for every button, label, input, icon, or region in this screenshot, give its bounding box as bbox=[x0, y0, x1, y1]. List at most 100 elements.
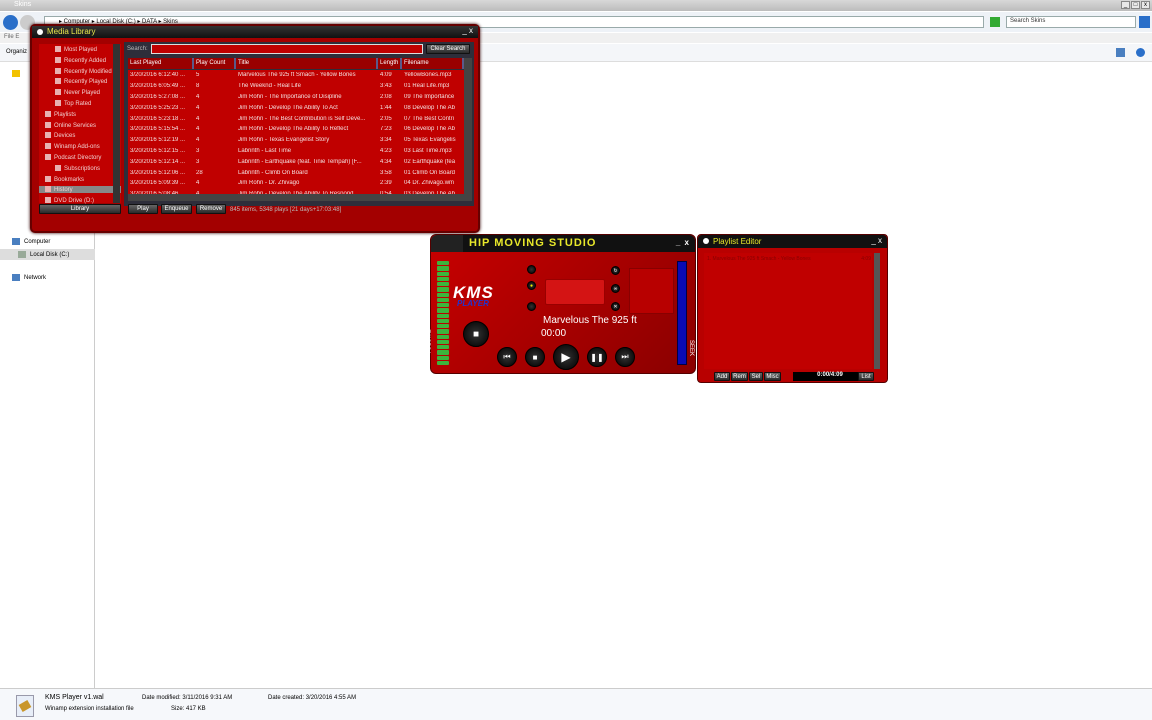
tree-item-label: Most Played bbox=[64, 47, 98, 53]
tree-scrollbar[interactable] bbox=[113, 44, 120, 203]
table-row[interactable]: 3/20/2016 5:15:54 ... 4 Jim Rohn - Develop… bbox=[128, 124, 464, 135]
tree-item[interactable]: Recently Added bbox=[55, 56, 106, 64]
tree-item[interactable]: Online Services bbox=[45, 121, 96, 129]
remove-button[interactable]: Remove bbox=[196, 204, 226, 214]
play-button[interactable]: ▶ bbox=[553, 344, 579, 370]
playlist-scrollbar[interactable] bbox=[874, 253, 880, 369]
open-folder-button[interactable]: ■ bbox=[463, 321, 489, 347]
horizontal-scrollbar[interactable] bbox=[128, 194, 472, 201]
library-search-input[interactable] bbox=[151, 44, 423, 54]
list-button[interactable]: List bbox=[858, 372, 874, 381]
tree-item[interactable]: Playlists bbox=[45, 110, 77, 118]
crossfade-icon[interactable]: ∞ bbox=[611, 284, 620, 293]
table-row[interactable]: 3/20/2016 5:12:15 ... 3 Labrinth - Last Ti… bbox=[128, 146, 464, 157]
tree-item[interactable]: Recently Played bbox=[55, 78, 107, 85]
shuffle-icon[interactable]: ✕ bbox=[611, 302, 620, 311]
player-titlebar[interactable]: HIP MOVING STUDIO _ x bbox=[463, 235, 695, 252]
file-name: KMS Player v1.wal bbox=[45, 694, 104, 701]
previous-button[interactable]: ⏮ bbox=[497, 347, 517, 367]
table-cell: Marvelous The 925 ft Smach - Yellow Bone… bbox=[238, 72, 356, 79]
next-button[interactable]: ⏭ bbox=[615, 347, 635, 367]
sun-icon[interactable]: ● bbox=[527, 281, 536, 290]
play-button[interactable]: Play bbox=[128, 204, 158, 214]
tree-item[interactable]: Winamp Add-ons bbox=[45, 143, 100, 150]
table-cell: Jim Rohn - Develop The Ability To Act bbox=[238, 104, 338, 111]
tree-item[interactable]: Top Rated bbox=[55, 100, 91, 107]
window-dot-icon bbox=[703, 238, 709, 244]
table-row[interactable]: 3/20/2016 5:25:23 ... 4 Jim Rohn - Develop… bbox=[128, 102, 464, 113]
organize-button[interactable]: Organiz bbox=[6, 49, 27, 55]
tree-item[interactable]: Subscriptions bbox=[55, 164, 100, 172]
close-icon[interactable]: _ x bbox=[676, 238, 690, 247]
table-cell: Jim Rohn - Texas Evangelist Story bbox=[238, 137, 330, 144]
stop-button[interactable]: ■ bbox=[525, 347, 545, 367]
table-row[interactable]: 3/20/2016 5:12:19 ... 4 Jim Rohn - Texas E… bbox=[128, 135, 464, 146]
tree-item[interactable]: Bookmarks bbox=[45, 175, 84, 183]
eq-icon[interactable] bbox=[527, 265, 536, 274]
table-header: Last Played Play Count Title Length File… bbox=[128, 58, 464, 69]
table-row[interactable]: 3/20/2016 5:09:39 ... 4 Jim Rohn - Dr. Zhi… bbox=[128, 178, 464, 189]
library-button[interactable]: Library bbox=[39, 204, 121, 214]
back-button[interactable] bbox=[3, 15, 18, 30]
window-title: Skins bbox=[14, 1, 32, 8]
media-library-titlebar[interactable]: Media Library _ x bbox=[32, 26, 478, 38]
tree-item[interactable]: History bbox=[39, 186, 121, 194]
table-row[interactable]: 3/20/2016 5:12:14 ... 3 Labrinth - Earthqu… bbox=[128, 156, 464, 167]
maximize-button[interactable]: □ bbox=[1131, 1, 1140, 9]
close-icon[interactable]: _ x bbox=[462, 26, 473, 35]
repeat-icon[interactable]: ↻ bbox=[611, 266, 620, 275]
table-cell: 3/20/2016 5:12:06 ... bbox=[130, 169, 186, 176]
search-input[interactable]: Search Skins bbox=[1006, 16, 1136, 28]
tree-item[interactable]: Podcast Directory bbox=[45, 154, 101, 161]
playlist-titlebar[interactable]: Playlist Editor _ x bbox=[698, 235, 887, 248]
playlist-item[interactable]: 1. Marvelous The 925 ft Smach - Yellow B… bbox=[707, 256, 871, 262]
add-button[interactable]: Add bbox=[714, 372, 730, 381]
rem-button[interactable]: Rem bbox=[731, 372, 748, 381]
tree-item[interactable]: Never Played bbox=[55, 89, 100, 96]
table-row[interactable]: 3/20/2016 6:05:49 ... 8 The Weeknd - Real … bbox=[128, 81, 464, 92]
column-title[interactable]: Title bbox=[236, 58, 378, 69]
column-last-played[interactable]: Last Played bbox=[128, 58, 194, 69]
menu-file[interactable]: File E bbox=[4, 34, 19, 40]
tree-item[interactable]: Devices bbox=[45, 132, 75, 139]
close-button[interactable]: x bbox=[1141, 1, 1150, 9]
tree-item-icon bbox=[45, 143, 51, 150]
playlist-editor-window: Playlist Editor _ x 1. Marvelous The 925 … bbox=[697, 234, 888, 383]
tree-item[interactable]: Recently Modified bbox=[55, 67, 112, 75]
table-cell: Labrinth - Earthquake (feat. Tinie Tempa… bbox=[238, 158, 362, 165]
table-row[interactable]: 3/20/2016 6:12:40 ... 5 Marvelous The 925 … bbox=[128, 70, 464, 81]
column-play-count[interactable]: Play Count bbox=[194, 58, 236, 69]
column-filename[interactable]: Filename bbox=[402, 58, 464, 69]
preview-pane-icon[interactable] bbox=[1116, 48, 1125, 57]
nav-computer[interactable]: Computer bbox=[12, 238, 50, 245]
pause-button[interactable]: ❚❚ bbox=[587, 347, 607, 367]
search-placeholder: Search Skins bbox=[1010, 18, 1046, 24]
help-icon[interactable] bbox=[1136, 48, 1145, 57]
nav-local-disk[interactable]: Local Disk (C:) bbox=[0, 249, 95, 260]
close-icon[interactable]: _ x bbox=[871, 236, 882, 245]
table-cell: 09 The Importance bbox=[404, 93, 455, 100]
minimize-button[interactable]: _ bbox=[1121, 1, 1130, 9]
clear-search-button[interactable]: Clear Search bbox=[426, 44, 470, 54]
search-icon[interactable] bbox=[1139, 16, 1150, 28]
volume-slider[interactable] bbox=[437, 261, 449, 365]
table-row[interactable]: 3/20/2016 5:23:18 ... 4 Jim Rohn - The Bes… bbox=[128, 113, 464, 124]
sel-button[interactable]: Sel bbox=[749, 372, 763, 381]
table-row[interactable]: 3/20/2016 5:27:08 ... 4 Jim Rohn - The Imp… bbox=[128, 92, 464, 103]
table-cell: 3:58 bbox=[380, 169, 392, 176]
nav-network[interactable]: Network bbox=[12, 274, 46, 281]
volume-label: VOLUME bbox=[426, 329, 433, 355]
column-length[interactable]: Length bbox=[378, 58, 402, 69]
table-cell: 4 bbox=[196, 137, 200, 144]
explorer-titlebar: Skins bbox=[0, 0, 1152, 11]
table-row[interactable]: 3/20/2016 5:12:06 ... 28 Labrinth - Climb … bbox=[128, 167, 464, 178]
seek-slider[interactable] bbox=[677, 261, 687, 365]
tree-item-label: Playlists bbox=[54, 111, 77, 118]
tree-item-label: Recently Played bbox=[64, 79, 108, 86]
playlist-icon[interactable] bbox=[527, 302, 536, 311]
enqueue-button[interactable]: Enqueue bbox=[161, 204, 192, 214]
vertical-scrollbar[interactable] bbox=[464, 58, 472, 194]
refresh-icon[interactable] bbox=[990, 17, 1000, 27]
misc-button[interactable]: Misc bbox=[764, 372, 781, 381]
tree-item[interactable]: Most Played bbox=[55, 46, 97, 53]
